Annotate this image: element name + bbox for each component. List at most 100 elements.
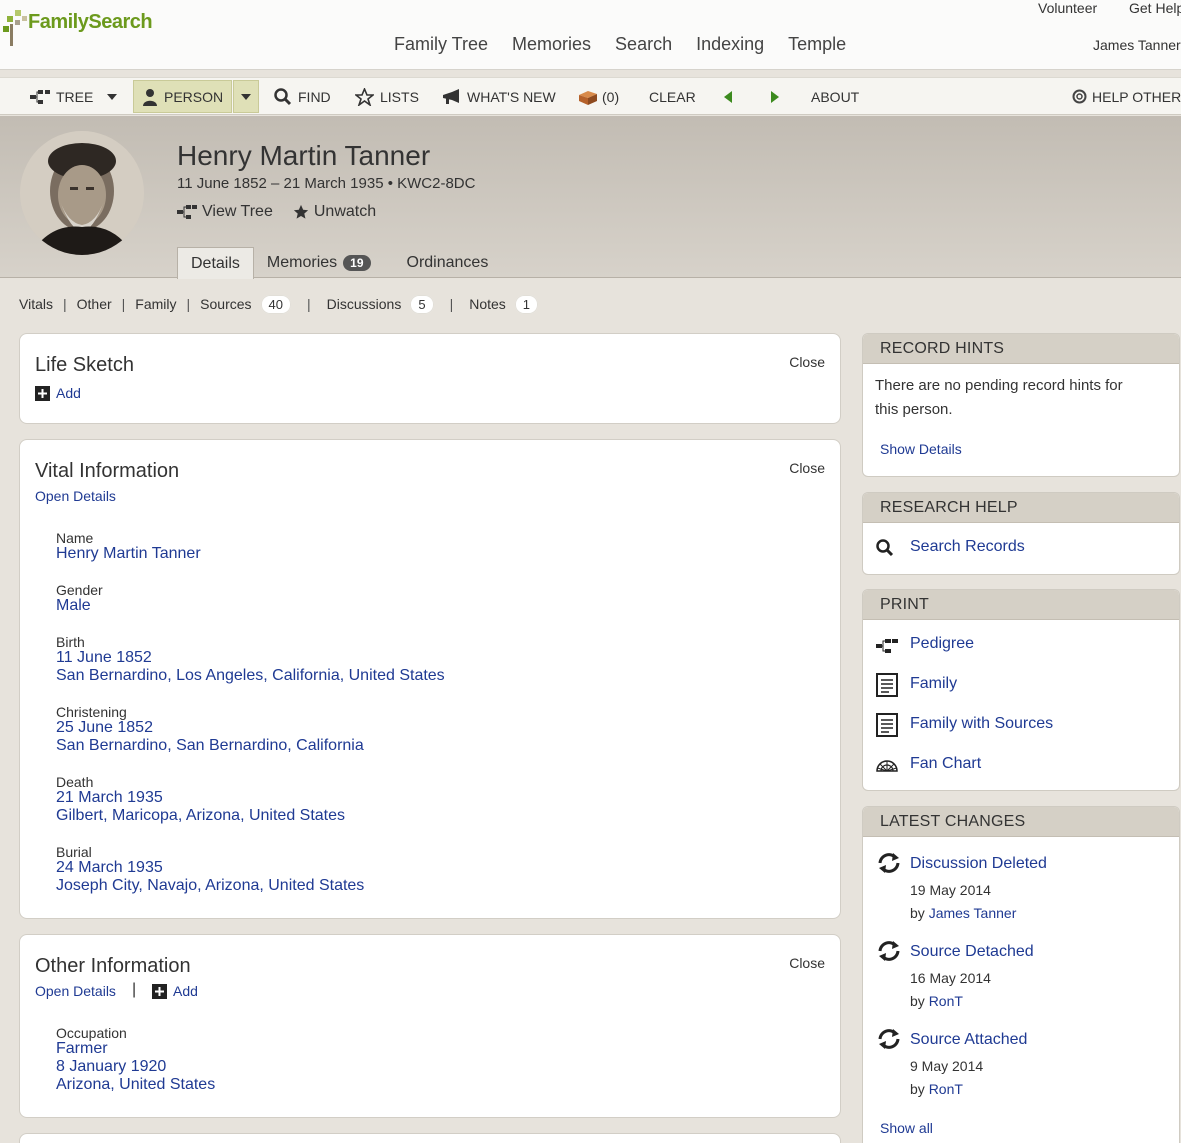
name-label: Name <box>56 530 94 546</box>
change-user-link[interactable]: James Tanner <box>929 905 1017 921</box>
occupation-date[interactable]: 8 January 1920 <box>56 1058 166 1076</box>
view-tree-link[interactable]: View Tree <box>177 203 273 221</box>
star-icon <box>293 204 308 219</box>
by-label: by <box>910 993 925 1009</box>
life-sketch-close-button[interactable]: Close <box>789 354 825 370</box>
life-sketch-add-button[interactable]: Add <box>35 385 81 401</box>
clipboard-count: (0) <box>602 88 620 105</box>
divider: | <box>121 296 126 312</box>
help-others-button[interactable]: HELP OTHERS <box>1072 78 1181 115</box>
tab-ordinances[interactable]: Ordinances <box>384 247 502 279</box>
subnav-family[interactable]: Family <box>135 296 176 312</box>
sync-icon <box>876 940 902 967</box>
burial-date[interactable]: 24 March 1935 <box>56 859 163 877</box>
document-icon <box>876 673 898 702</box>
christening-place[interactable]: San Bernardino, San Bernardino, Californ… <box>56 737 364 755</box>
forward-button[interactable] <box>770 78 786 115</box>
change-date: 19 May 2014 <box>910 882 991 898</box>
death-place[interactable]: Gilbert, Maricopa, Arizona, United State… <box>56 807 345 825</box>
clear-button[interactable]: CLEAR <box>649 78 696 115</box>
research-help-title: RESEARCH HELP <box>863 493 1179 523</box>
search-records-link[interactable]: Search Records <box>910 538 1025 556</box>
volunteer-link[interactable]: Volunteer <box>1038 0 1097 16</box>
lists-label: LISTS <box>380 88 419 105</box>
nav-indexing[interactable]: Indexing <box>696 34 764 55</box>
tab-details[interactable]: Details <box>177 247 254 279</box>
vital-open-details-link[interactable]: Open Details <box>35 488 116 504</box>
by-label: by <box>910 1081 925 1097</box>
other-close-button[interactable]: Close <box>789 955 825 971</box>
subnav-sources-label: Sources <box>200 296 252 312</box>
christening-date[interactable]: 25 June 1852 <box>56 719 153 737</box>
find-button[interactable]: FIND <box>274 78 331 115</box>
print-family-link[interactable]: Family <box>910 675 957 693</box>
user-name[interactable]: James Tanner <box>1093 37 1181 53</box>
get-help-link[interactable]: Get Help <box>1129 0 1181 16</box>
by-label: by <box>910 905 925 921</box>
subnav-discussions[interactable]: Discussions 5 <box>327 295 434 314</box>
person-portrait[interactable] <box>20 131 144 255</box>
occupation-value[interactable]: Farmer <box>56 1040 108 1058</box>
whats-new-button[interactable]: WHAT'S NEW <box>442 78 556 115</box>
print-fan-chart-link[interactable]: Fan Chart <box>910 755 981 773</box>
subnav-other[interactable]: Other <box>77 296 112 312</box>
print-pedigree-link[interactable]: Pedigree <box>910 635 974 653</box>
change-title[interactable]: Source Attached <box>910 1031 1027 1049</box>
research-help-panel: RESEARCH HELP Search Records <box>862 492 1180 575</box>
tree-button[interactable]: TREE <box>30 78 93 115</box>
change-title[interactable]: Discussion Deleted <box>910 855 1047 873</box>
print-family-with-sources-link[interactable]: Family with Sources <box>910 715 1053 733</box>
divider: | <box>132 981 137 998</box>
subnav-vitals[interactable]: Vitals <box>19 296 53 312</box>
person-dropdown[interactable] <box>233 80 259 113</box>
show-all-link[interactable]: Show all <box>880 1120 933 1136</box>
person-icon <box>143 88 157 106</box>
lists-button[interactable]: LISTS <box>355 78 419 115</box>
person-actions: View Tree Unwatch <box>177 203 376 221</box>
vital-close-button[interactable]: Close <box>789 460 825 476</box>
other-open-details-link[interactable]: Open Details <box>35 983 116 999</box>
nav-memories[interactable]: Memories <box>512 34 591 55</box>
nav-family-tree[interactable]: Family Tree <box>394 34 488 55</box>
person-button[interactable]: PERSON <box>133 80 233 113</box>
nav-temple[interactable]: Temple <box>788 34 846 55</box>
subnav-sources[interactable]: Sources 40 <box>200 295 291 314</box>
clipboard-button[interactable]: (0) <box>578 78 619 115</box>
tree-dropdown[interactable] <box>106 78 124 115</box>
sync-icon <box>876 852 902 879</box>
change-user-link[interactable]: RonT <box>929 1081 963 1097</box>
portrait-photo-icon <box>20 131 144 255</box>
familysearch-logo[interactable]: FamilySearch <box>2 6 153 48</box>
gender-value[interactable]: Male <box>56 597 91 615</box>
name-value[interactable]: Henry Martin Tanner <box>56 545 201 563</box>
subnav-notes[interactable]: Notes 1 <box>469 295 539 314</box>
about-button[interactable]: ABOUT <box>811 78 859 115</box>
add-label: Add <box>173 983 198 999</box>
burial-place[interactable]: Joseph City, Navajo, Arizona, United Sta… <box>56 877 364 895</box>
change-date: 9 May 2014 <box>910 1058 984 1074</box>
logo-text: FamilySearch <box>28 11 153 33</box>
death-date[interactable]: 21 March 1935 <box>56 789 163 807</box>
person-tabs: Details Memories 19 Ordinances <box>177 247 501 279</box>
back-button[interactable] <box>723 78 739 115</box>
find-label: FIND <box>298 88 331 105</box>
other-information-card: Other Information Close Open Details | A… <box>19 934 841 1118</box>
divider: | <box>449 296 454 312</box>
change-user-link[interactable]: RonT <box>929 993 963 1009</box>
tab-memories[interactable]: Memories 19 <box>254 247 384 279</box>
unwatch-link[interactable]: Unwatch <box>293 203 376 221</box>
nav-search[interactable]: Search <box>615 34 672 55</box>
birth-date[interactable]: 11 June 1852 <box>56 649 152 667</box>
subnav-notes-label: Notes <box>469 296 506 312</box>
vital-information-title: Vital Information <box>35 460 180 482</box>
change-title[interactable]: Source Detached <box>910 943 1034 961</box>
show-details-link[interactable]: Show Details <box>880 441 962 457</box>
star-icon <box>355 87 374 106</box>
latest-changes-title: LATEST CHANGES <box>863 807 1179 837</box>
tab-ordinances-label: Ordinances <box>406 254 489 271</box>
birth-place[interactable]: San Bernardino, Los Angeles, California,… <box>56 667 445 685</box>
birth-label: Birth <box>56 634 85 650</box>
sources-count-badge: 40 <box>260 295 291 314</box>
occupation-place[interactable]: Arizona, United States <box>56 1076 215 1094</box>
other-add-button[interactable]: Add <box>152 983 198 999</box>
